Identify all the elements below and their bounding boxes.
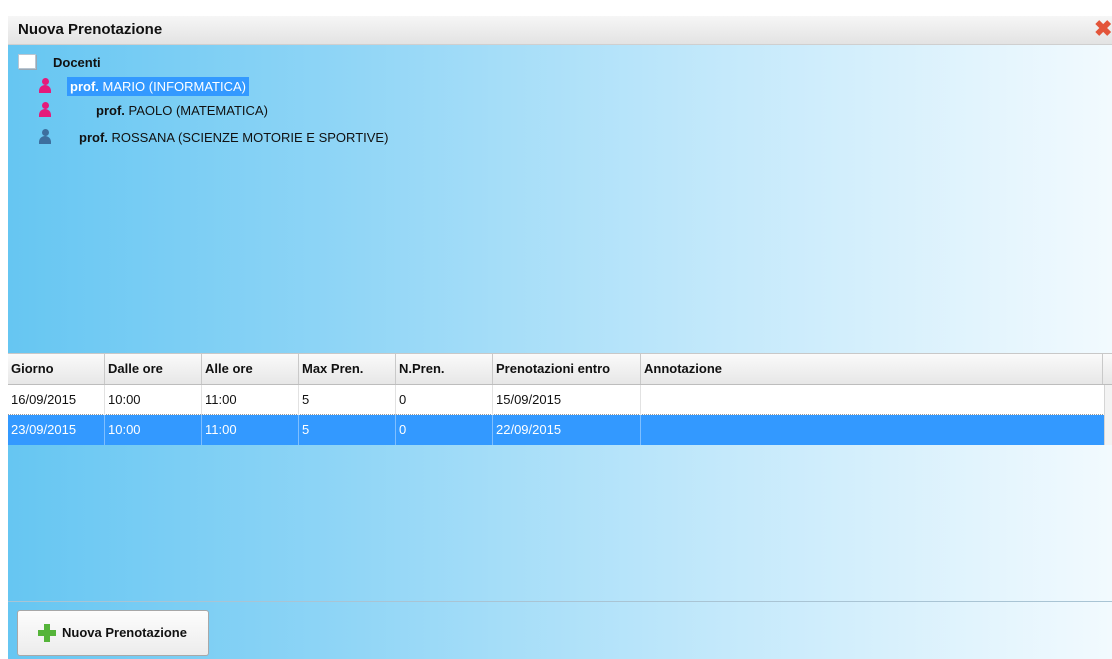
cell-prenotazioni-entro: 15/09/2015: [493, 385, 641, 415]
column-header-annotazione[interactable]: Annotazione: [641, 354, 1103, 384]
dialog-title: Nuova Prenotazione: [18, 21, 163, 38]
cell-prenotazioni-entro: 22/09/2015: [493, 415, 641, 445]
cell-alle-ore: 11:00: [202, 415, 299, 445]
cell-giorno: 23/09/2015: [8, 415, 105, 445]
female-teacher-icon: [38, 78, 52, 94]
column-header-max-pren[interactable]: Max Pren.: [299, 354, 396, 384]
tree-item-label: prof. ROSSANA (SCIENZE MOTORIE E SPORTIV…: [79, 130, 389, 145]
booking-dialog: Nuova Prenotazione ✖ Docenti prof. MARIO…: [8, 16, 1112, 659]
cell-annotazione: [641, 385, 1105, 415]
table-row[interactable]: 16/09/2015 10:00 11:00 5 0 15/09/2015: [8, 385, 1105, 415]
column-header-giorno[interactable]: Giorno: [8, 354, 105, 384]
folder-icon: [18, 54, 36, 69]
tree-item-label: prof. MARIO (INFORMATICA): [67, 77, 249, 96]
female-teacher-icon: [38, 102, 52, 118]
table-scrollbar[interactable]: [1104, 385, 1112, 445]
male-teacher-icon: [38, 129, 52, 145]
column-header-dalle-ore[interactable]: Dalle ore: [105, 354, 202, 384]
plus-icon: [38, 624, 56, 642]
new-booking-button[interactable]: Nuova Prenotazione: [17, 610, 209, 656]
table-row-selected[interactable]: 23/09/2015 10:00 11:00 5 0 22/09/2015: [8, 415, 1105, 445]
cell-dalle-ore: 10:00: [105, 385, 202, 415]
cell-giorno: 16/09/2015: [8, 385, 105, 415]
close-icon[interactable]: ✖: [1094, 17, 1112, 41]
bookings-table: Giorno Dalle ore Alle ore Max Pren. N.Pr…: [8, 353, 1112, 601]
dialog-footer: Nuova Prenotazione: [8, 601, 1112, 659]
column-header-n-pren[interactable]: N.Pren.: [396, 354, 493, 384]
cell-n-pren: 0: [396, 415, 493, 445]
cell-dalle-ore: 10:00: [105, 415, 202, 445]
teacher-tree: Docenti prof. MARIO (INFORMATICA) prof. …: [8, 46, 1112, 336]
column-header-alle-ore[interactable]: Alle ore: [202, 354, 299, 384]
dialog-titlebar: Nuova Prenotazione ✖: [8, 16, 1112, 45]
cell-n-pren: 0: [396, 385, 493, 415]
tree-root-label: Docenti: [53, 55, 101, 70]
cell-max-pren: 5: [299, 415, 396, 445]
cell-max-pren: 5: [299, 385, 396, 415]
cell-alle-ore: 11:00: [202, 385, 299, 415]
cell-annotazione: [641, 415, 1105, 445]
column-header-prenotazioni-entro[interactable]: Prenotazioni entro: [493, 354, 641, 384]
table-header: Giorno Dalle ore Alle ore Max Pren. N.Pr…: [8, 353, 1112, 385]
tree-item-label: prof. PAOLO (MATEMATICA): [96, 103, 268, 118]
new-booking-button-label: Nuova Prenotazione: [62, 625, 187, 640]
